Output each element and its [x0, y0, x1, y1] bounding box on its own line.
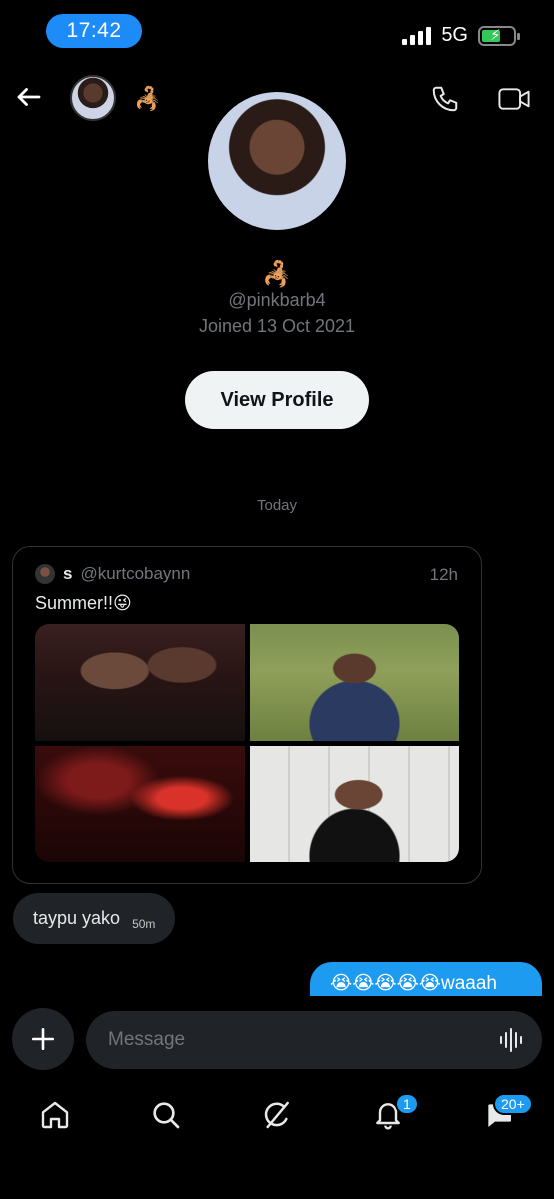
- post-photo[interactable]: [249, 624, 459, 741]
- date-separator: Today: [256, 497, 298, 514]
- post-time: 12h: [429, 565, 458, 584]
- arrow-left-icon[interactable]: [14, 82, 44, 112]
- video-camera-icon[interactable]: [497, 84, 531, 114]
- tab-grok[interactable]: [257, 1095, 297, 1135]
- post-media-grid: [35, 624, 459, 862]
- shared-post-card[interactable]: s @kurtcobaynn 12h Summer!!😜: [12, 546, 482, 884]
- message-text: taypu yako: [33, 908, 121, 928]
- add-attachment-button[interactable]: [12, 1008, 74, 1070]
- plus-icon: [31, 1027, 55, 1051]
- post-photo[interactable]: [35, 624, 245, 741]
- post-photo[interactable]: [35, 745, 245, 862]
- network-type: 5G: [441, 24, 468, 46]
- grok-icon: [264, 1101, 289, 1129]
- signal-icon: [402, 26, 432, 45]
- message-composer: [86, 1011, 542, 1069]
- post-photo[interactable]: [249, 745, 459, 862]
- view-profile-button[interactable]: View Profile: [185, 371, 369, 429]
- contact-avatar[interactable]: [70, 75, 116, 121]
- notification-badge: 1: [395, 1093, 419, 1115]
- post-author-name: s: [63, 564, 73, 583]
- message-input[interactable]: [108, 1011, 478, 1069]
- profile-joined-date: Joined 13 Oct 2021: [198, 316, 356, 336]
- tab-home[interactable]: [35, 1095, 75, 1135]
- post-author-avatar: [35, 564, 55, 584]
- profile-handle: @pinkbarb4: [228, 290, 326, 310]
- voice-waveform-icon[interactable]: [498, 1027, 524, 1053]
- phone-icon[interactable]: [430, 84, 460, 114]
- status-time: 17:42: [46, 14, 142, 48]
- profile-avatar[interactable]: [208, 92, 346, 230]
- status-icons: 5G ⚡: [402, 24, 520, 47]
- message-text: 😭😭😭😭😭waaah: [330, 972, 497, 994]
- message-bubble-incoming[interactable]: taypu yako 50m: [13, 893, 176, 944]
- battery-icon: ⚡: [478, 25, 520, 46]
- composer-background: [0, 996, 554, 1006]
- search-icon: [153, 1102, 180, 1129]
- scorpion-emoji: 🦂: [134, 86, 162, 111]
- profile-emoji: 🦂: [262, 261, 292, 288]
- message-time: 50m: [132, 916, 156, 931]
- post-text: Summer!!😜: [35, 593, 132, 613]
- messages-badge: 20+: [493, 1093, 533, 1115]
- post-author-handle: @kurtcobaynn: [80, 564, 191, 583]
- post-author: s @kurtcobaynn: [35, 564, 190, 584]
- home-icon: [41, 1101, 69, 1129]
- tab-search[interactable]: [146, 1095, 186, 1135]
